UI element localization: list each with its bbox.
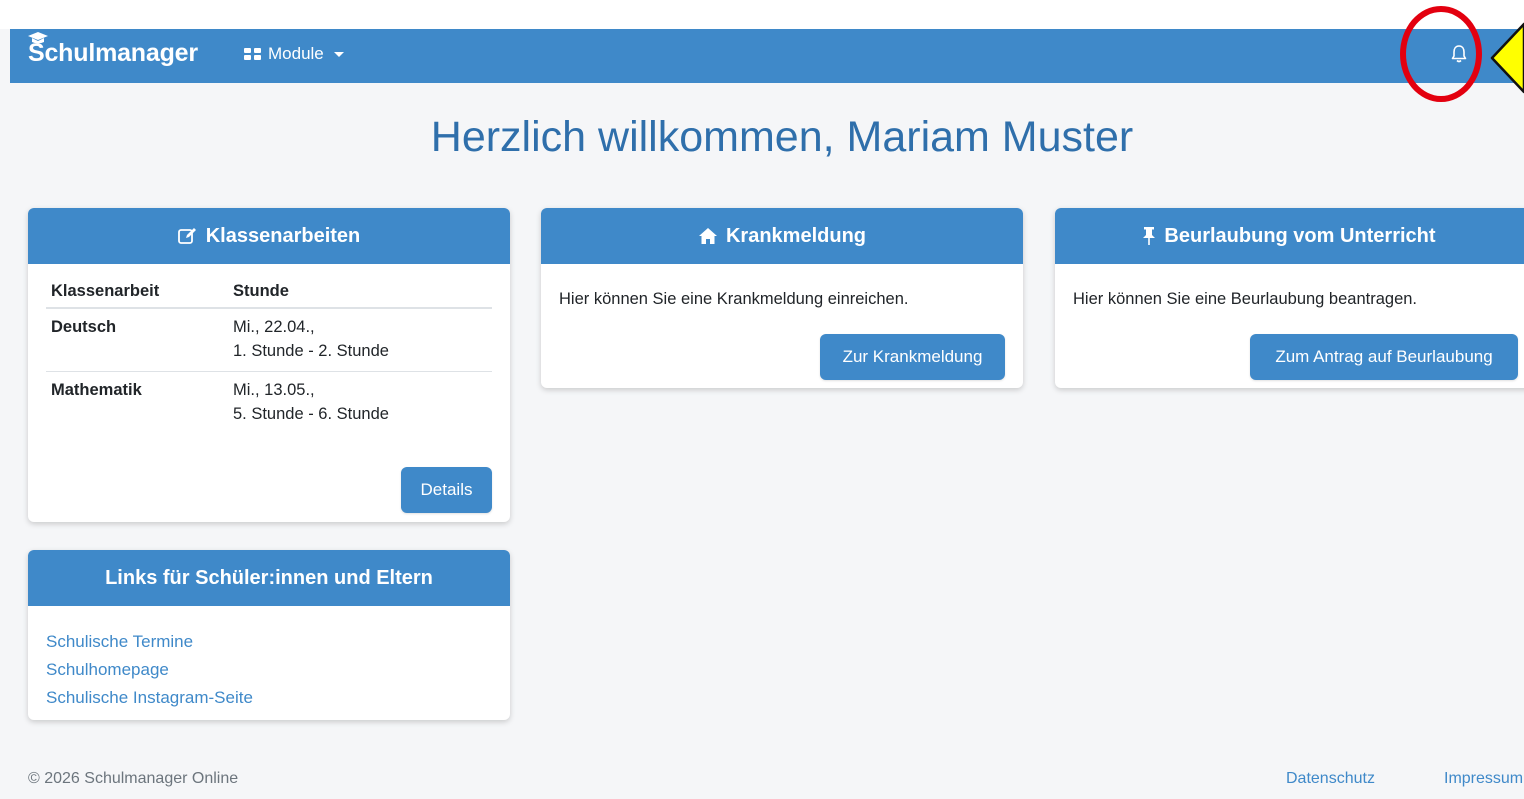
brand-logo[interactable]: Schulmanager: [28, 32, 198, 68]
exam-subject: Mathematik: [51, 381, 142, 399]
link-school-events[interactable]: Schulische Termine: [46, 628, 492, 656]
exams-table: Klassenarbeit Stunde Deutsch Mi., 22.04.…: [46, 280, 492, 434]
footer-privacy-link[interactable]: Datenschutz: [1286, 770, 1375, 788]
details-button[interactable]: Details: [401, 467, 492, 513]
pin-icon: [1143, 227, 1156, 245]
exams-card-header: Klassenarbeiten: [28, 208, 510, 264]
col-header-period: Stunde: [228, 280, 492, 309]
table-row: Mathematik Mi., 13.05., 5. Stunde - 6. S…: [46, 372, 492, 435]
sick-note-text: Hier können Sie eine Krankmeldung einrei…: [559, 290, 909, 308]
sick-note-card-title: Krankmeldung: [725, 224, 867, 247]
footer-imprint-link[interactable]: Impressum: [1444, 770, 1523, 788]
top-whitespace: [0, 0, 1524, 29]
home-icon: [698, 228, 717, 244]
links-card-header: Links für Schüler:innen und Eltern: [28, 550, 510, 606]
exam-time: Mi., 13.05., 5. Stunde - 6. Stunde: [228, 372, 492, 435]
exam-period: 5. Stunde - 6. Stunde: [233, 405, 389, 423]
exam-period: 1. Stunde - 2. Stunde: [233, 342, 389, 360]
brand-name: Schulmanager: [28, 39, 198, 67]
navbar: Schulmanager Module: [10, 29, 1524, 83]
links-card: Links für Schüler:innen und Eltern Schul…: [28, 550, 510, 720]
link-school-instagram[interactable]: Schulische Instagram-Seite: [46, 684, 492, 712]
col-header-exam: Klassenarbeit: [46, 280, 228, 309]
sick-note-card: Krankmeldung Hier können Sie eine Krankm…: [541, 208, 1023, 388]
exams-card: Klassenarbeiten Klassenarbeit Stunde Deu…: [28, 208, 510, 522]
welcome-heading: Herzlich willkommen, Mariam Muster: [430, 113, 1134, 161]
graduation-cap-icon: [28, 32, 48, 44]
exam-time: Mi., 22.04., 1. Stunde - 2. Stunde: [228, 308, 492, 372]
exams-card-title: Klassenarbeiten: [205, 224, 361, 247]
annotation-circle: [1400, 6, 1482, 102]
annotation-arrow: [1490, 22, 1524, 94]
leave-request-button[interactable]: Zum Antrag auf Beurlaubung: [1250, 334, 1518, 380]
grid-icon: [244, 47, 261, 61]
leave-text: Hier können Sie eine Beurlaubung beantra…: [1073, 290, 1418, 308]
sick-note-card-header: Krankmeldung: [541, 208, 1023, 264]
leave-card: Beurlaubung vom Unterricht Hier können S…: [1055, 208, 1524, 388]
links-list: Schulische Termine Schulhomepage Schulis…: [28, 606, 510, 712]
leave-card-title: Beurlaubung vom Unterricht: [1164, 224, 1436, 247]
edit-icon: [177, 228, 196, 244]
table-row: Deutsch Mi., 22.04., 1. Stunde - 2. Stun…: [46, 308, 492, 372]
link-school-homepage[interactable]: Schulhomepage: [46, 656, 492, 684]
footer-copyright: © 2026 Schulmanager Online: [28, 770, 239, 787]
exam-subject: Deutsch: [46, 308, 228, 372]
sick-note-button[interactable]: Zur Krankmeldung: [820, 334, 1005, 380]
leave-card-header: Beurlaubung vom Unterricht: [1055, 208, 1524, 264]
module-menu-label: Module: [268, 44, 324, 63]
table-header-row: Klassenarbeit Stunde: [46, 280, 492, 309]
caret-down-icon: [333, 51, 344, 57]
links-card-title: Links für Schüler:innen und Eltern: [105, 566, 433, 589]
module-menu-toggle[interactable]: Module: [244, 44, 344, 64]
